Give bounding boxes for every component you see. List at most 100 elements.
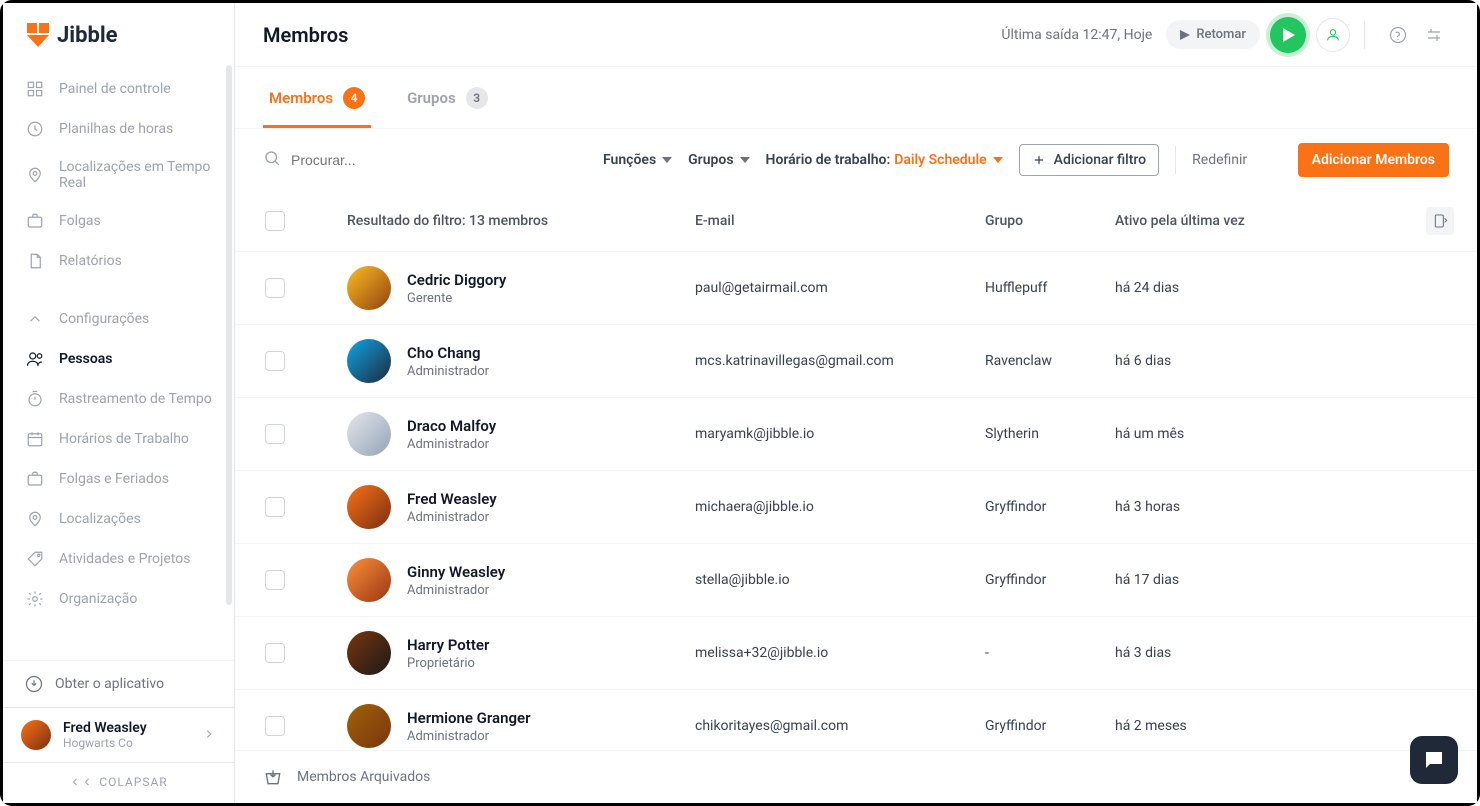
table-row[interactable]: Hermione GrangerAdministradorchikoritaye… — [235, 690, 1477, 750]
tab-groups[interactable]: Grupos 3 — [401, 67, 494, 128]
people-icon — [25, 349, 45, 369]
member-name: Fred Weasley — [407, 490, 497, 508]
collapse-sidebar[interactable]: COLAPSAR — [3, 762, 234, 803]
main: Membros Última saída 12:47, Hoje Retomar — [235, 3, 1477, 803]
member-role: Administrador — [407, 510, 497, 525]
row-checkbox[interactable] — [265, 716, 285, 736]
member-role: Administrador — [407, 583, 505, 598]
row-checkbox[interactable] — [265, 278, 285, 298]
sidebar-item-label: Horários de Trabalho — [59, 431, 189, 447]
get-app-link[interactable]: Obter o aplicativo — [3, 660, 234, 707]
row-checkbox[interactable] — [265, 497, 285, 517]
member-role: Administrador — [407, 437, 496, 452]
sidebar-item-painel-de-controle[interactable]: Painel de controle — [3, 69, 234, 109]
member-role: Gerente — [407, 291, 506, 306]
row-checkbox[interactable] — [265, 643, 285, 663]
member-last-active: há 3 horas — [1115, 499, 1415, 515]
row-checkbox[interactable] — [265, 424, 285, 444]
table-row[interactable]: Draco MalfoyAdministradormaryamk@jibble.… — [235, 398, 1477, 471]
user-name: Fred Weasley — [63, 720, 190, 736]
add-filter-button[interactable]: Adicionar filtro — [1019, 144, 1159, 176]
table-row[interactable]: Fred Weasley Administrador michaera@jibble… — [235, 471, 1477, 544]
member-group: Hufflepuff — [985, 280, 1115, 296]
sidebar-item-pessoas[interactable]: Pessoas — [3, 339, 234, 379]
reset-filters[interactable]: Redefinir — [1192, 152, 1247, 168]
filter-roles-label: Funções — [603, 152, 656, 168]
sidebar-item-rastreamento-de-tempo[interactable]: Rastreamento de Tempo — [3, 379, 234, 419]
presence-icon[interactable] — [1316, 18, 1350, 52]
sidebar-item-label: Organização — [59, 591, 137, 607]
last-exit-status: Última saída 12:47, Hoje — [1001, 27, 1152, 43]
add-members-button[interactable]: Adicionar Membros — [1298, 143, 1449, 177]
get-app-label: Obter o aplicativo — [55, 676, 164, 692]
logo[interactable]: Jibble — [3, 3, 234, 61]
sidebar-item-label: Folgas e Feriados — [59, 471, 169, 487]
tab-groups-count: 3 — [466, 87, 488, 109]
clock-icon — [25, 119, 45, 139]
filter-schedule-label: Horário de trabalho: — [766, 152, 891, 168]
member-avatar — [347, 266, 391, 310]
table-row[interactable]: Ginny WeasleyAdministradorstella@jibble.… — [235, 544, 1477, 617]
table-row[interactable]: Cho ChangAdministradormcs.katrinavillega… — [235, 325, 1477, 398]
archived-members[interactable]: Membros Arquivados — [235, 750, 1477, 803]
resume-button[interactable]: Retomar — [1166, 20, 1260, 49]
sidebar-item-label: Localizações em Tempo Real — [59, 159, 212, 191]
sidebar-item-relatórios[interactable]: Relatórios — [3, 241, 234, 281]
row-checkbox[interactable] — [265, 570, 285, 590]
member-name: Cho Chang — [407, 344, 489, 362]
member-last-active: há 3 dias — [1115, 645, 1415, 661]
table-row[interactable]: Harry PotterProprietáriomelissa+32@jibbl… — [235, 617, 1477, 690]
sidebar-item-label: Painel de controle — [59, 81, 171, 97]
user-switcher[interactable]: Fred Weasley Hogwarts Co — [3, 707, 234, 762]
sidebar-item-localizações-em-tempo-real[interactable]: Localizações em Tempo Real — [3, 149, 234, 201]
settings-icon[interactable] — [1419, 20, 1449, 50]
pin-icon — [25, 509, 45, 529]
member-email: mcs.katrinavillegas@gmail.com — [695, 353, 985, 369]
filter-groups-label: Grupos — [688, 152, 733, 168]
member-name: Harry Potter — [407, 636, 489, 654]
chevron-up-icon — [25, 309, 45, 329]
sidebar-item-folgas[interactable]: Folgas — [3, 201, 234, 241]
col-result: Resultado do filtro: 13 membros — [347, 213, 695, 229]
member-group: - — [985, 645, 1115, 661]
sidebar-item-label: Relatórios — [59, 253, 122, 269]
row-checkbox[interactable] — [265, 351, 285, 371]
member-last-active: há 24 dias — [1115, 280, 1415, 296]
help-icon[interactable] — [1383, 20, 1413, 50]
search-input[interactable] — [291, 152, 451, 168]
member-last-active: há 17 dias — [1115, 572, 1415, 588]
sidebar-item-label: Atividades e Projetos — [59, 551, 190, 567]
sidebar-item-organização[interactable]: Organização — [3, 579, 234, 619]
file-icon — [25, 251, 45, 271]
member-group: Gryffindor — [985, 499, 1115, 515]
filter-roles[interactable]: Funções — [603, 152, 672, 168]
content: Resultado do filtro: 13 membros E-mail G… — [235, 191, 1477, 803]
sidebar-item-label: Folgas — [59, 213, 101, 229]
svg-text:Jibble: Jibble — [57, 23, 118, 48]
filter-groups[interactable]: Grupos — [688, 152, 749, 168]
sidebar-item-label: Pessoas — [59, 351, 112, 367]
tag-icon — [25, 549, 45, 569]
member-avatar — [347, 485, 391, 529]
resume-label: Retomar — [1196, 27, 1246, 42]
table-row[interactable]: Cedric DiggoryGerentepaul@getairmail.com… — [235, 252, 1477, 325]
sidebar-item-configurações[interactable]: Configurações — [3, 299, 234, 339]
member-email: melissa+32@jibble.io — [695, 645, 985, 661]
sidebar-item-planilhas-de-horas[interactable]: Planilhas de horas — [3, 109, 234, 149]
play-button[interactable] — [1270, 17, 1306, 53]
sidebar-item-folgas-e-feriados[interactable]: Folgas e Feriados — [3, 459, 234, 499]
pin-icon — [25, 165, 45, 185]
member-email: chikoritayes@gmail.com — [695, 718, 985, 734]
member-email: michaera@jibble.io — [695, 499, 985, 515]
sidebar-item-atividades-e-projetos[interactable]: Atividades e Projetos — [3, 539, 234, 579]
member-avatar — [347, 558, 391, 602]
member-avatar — [347, 412, 391, 456]
sidebar-item-horários-de-trabalho[interactable]: Horários de Trabalho — [3, 419, 234, 459]
select-all-checkbox[interactable] — [265, 211, 285, 231]
filter-schedule[interactable]: Daily Schedule — [894, 152, 1002, 168]
user-org: Hogwarts Co — [63, 736, 190, 750]
export-icon[interactable] — [1426, 207, 1454, 235]
tab-members[interactable]: Membros 4 — [263, 67, 371, 128]
sidebar-item-localizações[interactable]: Localizações — [3, 499, 234, 539]
chat-fab[interactable] — [1410, 736, 1458, 784]
